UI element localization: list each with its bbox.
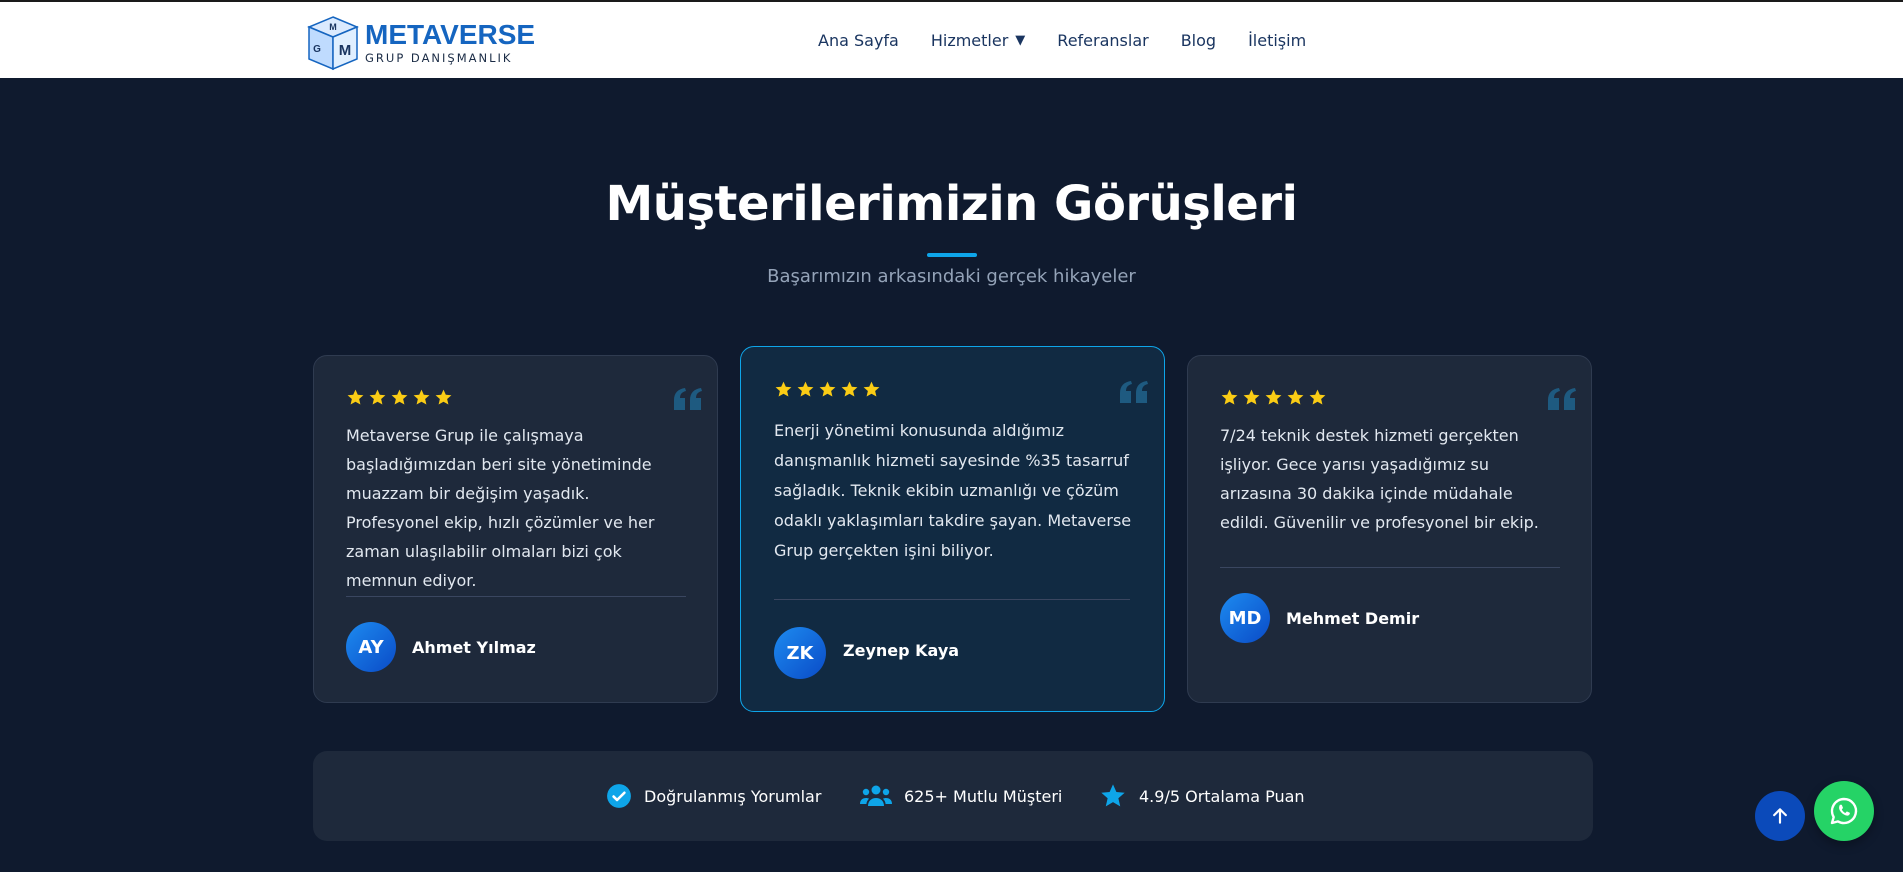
avatar: MD (1220, 593, 1270, 643)
star-icon (1287, 389, 1304, 405)
stat-label: 625+ Mutlu Müşteri (904, 786, 1063, 806)
nav-item-label: Hizmetler (930, 30, 1009, 50)
avatar: AY (346, 622, 396, 672)
stat-label: Doğrulanmış Yorumlar (644, 786, 822, 806)
caret-down-icon: ▼ (1015, 32, 1026, 48)
logo-cube-letter-right: M (339, 42, 352, 59)
whatsapp-button[interactable] (1814, 781, 1874, 841)
logo-title: METAVERSE (365, 18, 536, 50)
testimonial-card-featured: Enerji yönetimi konusunda aldığımız danı… (740, 346, 1165, 712)
star-icon (1309, 389, 1326, 405)
star-icon (775, 381, 792, 397)
logo-cube-letter-left: G (313, 44, 321, 55)
whatsapp-icon (1830, 797, 1858, 825)
quote-icon (1120, 381, 1148, 403)
star-icon (413, 389, 430, 405)
testimonial-text: Enerji yönetimi konusunda aldığımız danı… (774, 421, 1132, 560)
star-icon (1221, 389, 1238, 405)
stat-verified-reviews: Doğrulanmış Yorumlar (606, 751, 821, 841)
star-rating (1220, 388, 1327, 407)
star-rating (346, 388, 453, 407)
testimonial-text: 7/24 teknik destek hizmeti gerçekten işl… (1220, 426, 1539, 532)
card-divider (1220, 567, 1560, 568)
logo-text: METAVERSE GRUP DANIŞMANLIK (365, 18, 536, 65)
star-icon (841, 381, 858, 397)
star-icon (1265, 389, 1282, 405)
star-icon (347, 389, 364, 405)
quote-icon (1548, 388, 1576, 410)
logo[interactable]: M G M METAVERSE GRUP DANIŞMANLIK (305, 13, 535, 71)
arrow-up-icon (1773, 808, 1787, 824)
star-icon (797, 381, 814, 397)
check-circle-icon (607, 784, 631, 808)
nav-item-referanslar[interactable]: Referanslar (1057, 31, 1148, 50)
nav-item-hizmetler[interactable]: Hizmetler ▼ (931, 31, 1025, 50)
main-nav: Ana Sayfa Hizmetler ▼ Referanslar Blog İ… (818, 2, 1306, 78)
star-icon (369, 389, 386, 405)
card-divider (346, 596, 686, 597)
testimonial-text: Metaverse Grup ile çalışmaya başladığımı… (346, 426, 655, 590)
logo-subtitle: GRUP DANIŞMANLIK (365, 50, 513, 65)
avatar: ZK (774, 627, 826, 679)
stat-label: 4.9/5 Ortalama Puan (1139, 786, 1305, 806)
logo-cube-letter-top: M (329, 22, 337, 32)
author-name: Ahmet Yılmaz (412, 638, 536, 657)
section-subtitle: Başarımızın arkasındaki gerçek hikayeler (767, 266, 1136, 287)
testimonial-card: 7/24 teknik destek hizmeti gerçekten işl… (1187, 355, 1592, 703)
site-header: M G M METAVERSE GRUP DANIŞMANLIK Ana Say… (0, 0, 1903, 78)
star-icon (435, 389, 452, 405)
stat-average-rating: 4.9/5 Ortalama Puan (1099, 751, 1305, 841)
users-icon (860, 785, 892, 806)
title-underline (927, 253, 977, 257)
star-icon (819, 381, 836, 397)
star-rating (774, 380, 881, 399)
card-divider (774, 599, 1130, 600)
nav-item-blog[interactable]: Blog (1181, 31, 1216, 50)
star-icon (1101, 784, 1125, 807)
nav-item-iletisim[interactable]: İletişim (1248, 31, 1306, 50)
back-to-top-button[interactable] (1755, 791, 1805, 841)
author-name: Zeynep Kaya (843, 641, 960, 660)
star-icon (391, 389, 408, 405)
logo-cube-icon: M G M (307, 16, 359, 71)
star-icon (1243, 389, 1260, 405)
stat-happy-customers: 625+ Mutlu Müşteri (860, 751, 1062, 841)
quote-icon (674, 388, 702, 410)
author-name: Mehmet Demir (1286, 609, 1420, 628)
testimonial-card: Metaverse Grup ile çalışmaya başladığımı… (313, 355, 718, 703)
nav-item-ana-sayfa[interactable]: Ana Sayfa (818, 31, 899, 50)
star-icon (863, 381, 880, 397)
section-title: Müşterilerimizin Görüşleri (605, 176, 1298, 232)
stats-bar: Doğrulanmış Yorumlar 625+ Mutlu Müşteri … (313, 751, 1593, 841)
